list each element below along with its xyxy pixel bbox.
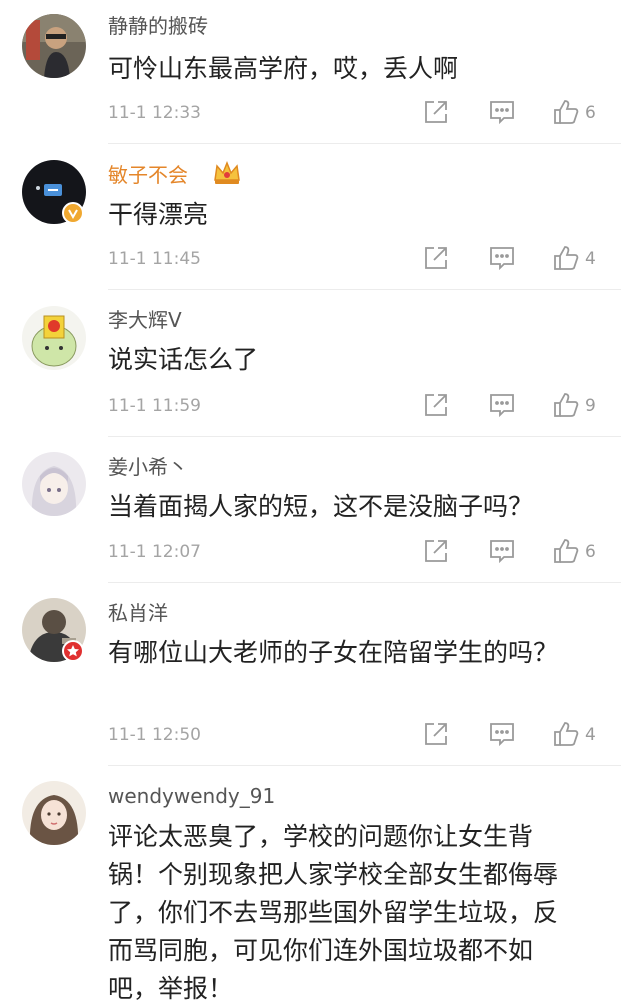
comment-meta: 11-1 12:33 6 [108, 98, 603, 128]
share-icon[interactable] [422, 537, 450, 565]
timestamp: 11-1 12:33 [108, 103, 201, 123]
member-badge [62, 640, 84, 662]
like-icon [554, 393, 579, 417]
username[interactable]: 私肖洋 [108, 601, 168, 625]
share-icon[interactable] [422, 720, 450, 748]
share-icon[interactable] [422, 98, 450, 126]
like-count: 4 [585, 249, 596, 269]
username[interactable]: 姜小希丶 [108, 455, 188, 479]
like-button[interactable]: 9 [552, 391, 596, 419]
avatar[interactable] [22, 781, 86, 845]
share-icon[interactable] [422, 244, 450, 272]
comment-text: 当着面揭人家的短，这不是没脑子吗？ [108, 492, 534, 521]
like-count: 4 [585, 725, 596, 745]
timestamp: 11-1 11:45 [108, 249, 201, 269]
like-icon [554, 722, 579, 746]
divider [108, 765, 621, 766]
like-count: 6 [585, 103, 596, 123]
timestamp: 11-1 12:50 [108, 725, 201, 745]
comment-meta: 11-1 12:07 6 [108, 537, 603, 567]
divider [108, 143, 621, 144]
like-icon [554, 246, 579, 270]
like-button[interactable]: 6 [552, 537, 596, 565]
username[interactable]: 李大辉V [108, 308, 182, 332]
vip-crown-icon [212, 160, 242, 186]
like-count: 9 [585, 396, 596, 416]
like-icon [554, 539, 579, 563]
comment-icon[interactable] [488, 720, 516, 748]
like-button[interactable]: 4 [552, 244, 596, 272]
comment-text: 有哪位山大老师的子女在陪留学生的吗？ [108, 638, 559, 667]
comment-icon[interactable] [488, 537, 516, 565]
comment-text: 评论太恶臭了，学校的问题你让女生背锅！个别现象把人家学校全部女生都侮辱了，你们不… [108, 822, 559, 1003]
avatar[interactable] [22, 452, 86, 516]
username[interactable]: 静静的搬砖 [108, 14, 208, 38]
like-button[interactable]: 6 [552, 98, 596, 126]
comment-text: 干得漂亮 [108, 200, 209, 229]
avatar[interactable] [22, 306, 86, 370]
comment-icon[interactable] [488, 244, 516, 272]
comment-text: 说实话怎么了 [108, 345, 259, 374]
verified-badge [62, 202, 84, 224]
timestamp: 11-1 11:59 [108, 396, 201, 416]
comment-meta: 11-1 11:45 4 [108, 244, 603, 274]
comment-meta: 11-1 12:50 4 [108, 720, 603, 750]
divider [108, 289, 621, 290]
comment-text: 可怜山东最高学府，哎，丢人啊 [108, 54, 459, 83]
avatar[interactable] [22, 14, 86, 78]
divider [108, 582, 621, 583]
username[interactable]: 敏子不会 [108, 163, 188, 187]
share-icon[interactable] [422, 391, 450, 419]
timestamp: 11-1 12:07 [108, 542, 201, 562]
divider [108, 436, 621, 437]
comment-icon[interactable] [488, 98, 516, 126]
username[interactable]: wendywendy_91 [108, 784, 275, 808]
like-icon [554, 100, 579, 124]
comment-meta: 11-1 11:59 9 [108, 391, 603, 421]
like-button[interactable]: 4 [552, 720, 596, 748]
like-count: 6 [585, 542, 596, 562]
comment-icon[interactable] [488, 391, 516, 419]
